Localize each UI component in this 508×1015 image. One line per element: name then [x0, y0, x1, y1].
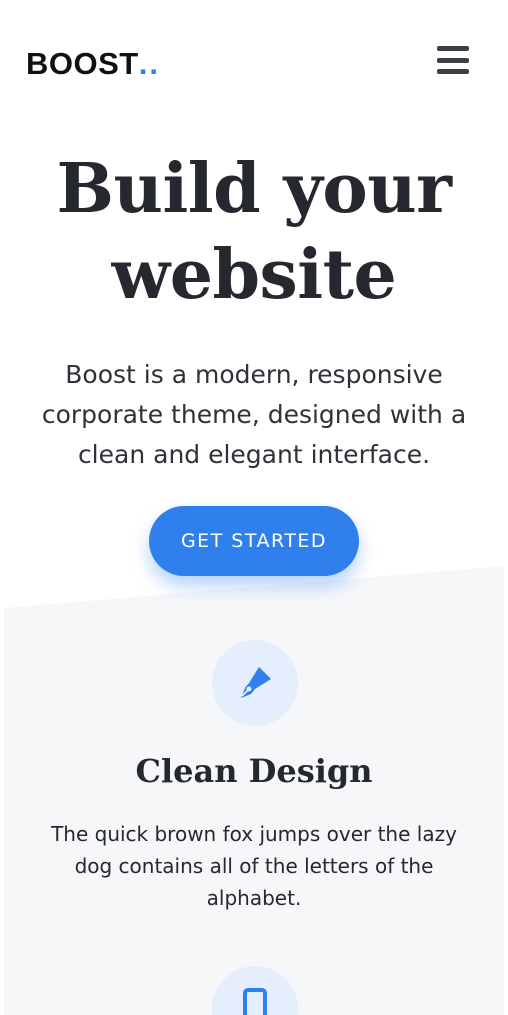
- site-header: BOOST..: [0, 0, 508, 130]
- brand-name: BOOST: [26, 46, 139, 81]
- feature-title: Clean Design: [135, 752, 373, 790]
- hero-title-line-1: Build your: [56, 149, 452, 229]
- feature-description: The quick brown fox jumps over the lazy …: [51, 822, 457, 910]
- menu-bar-3: [437, 69, 469, 74]
- hero-subtitle: Boost is a modern, responsive corporate …: [41, 360, 467, 469]
- brand-dots: ..: [138, 46, 160, 81]
- get-started-button[interactable]: GET STARTED: [149, 506, 359, 576]
- hamburger-menu-icon[interactable]: [437, 46, 473, 78]
- menu-bar-2: [437, 57, 469, 63]
- hero-title-line-2: website: [111, 235, 397, 315]
- menu-bar-1: [437, 46, 469, 51]
- pen-nib-icon: [212, 640, 298, 726]
- brand-logo[interactable]: BOOST..: [26, 46, 160, 82]
- hero-title: Build your website: [0, 146, 508, 318]
